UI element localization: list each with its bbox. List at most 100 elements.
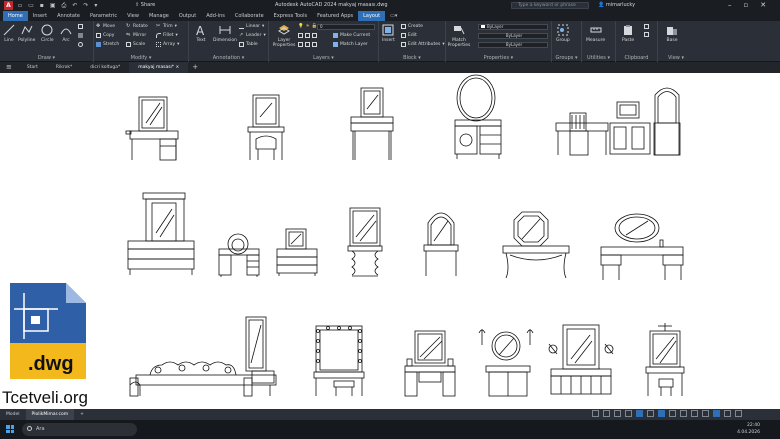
tab-express-tools[interactable]: Express Tools <box>269 11 312 21</box>
file-tab-start[interactable]: Start <box>18 62 47 73</box>
system-clock[interactable]: 22:40 4.04.2026 <box>700 422 760 436</box>
match-properties-button[interactable]: Match Properties <box>448 24 470 48</box>
line-button[interactable]: Line <box>3 24 15 43</box>
modify-panel-label[interactable]: Modify ▾ <box>94 55 188 61</box>
minimize-icon[interactable]: – <box>728 1 732 9</box>
save-as-icon[interactable]: ▣ <box>50 2 56 10</box>
lineweight-dropdown[interactable]: ByLayer <box>478 42 548 48</box>
customize-icon[interactable] <box>735 410 742 417</box>
block-panel-label[interactable]: Block ▾ <box>379 55 445 61</box>
measure-button[interactable]: Measure <box>586 24 605 43</box>
edit-block-button[interactable]: Edit <box>401 33 417 38</box>
leader-button[interactable]: ↗ Leader ▾ <box>239 33 266 39</box>
polar-toggle[interactable] <box>636 410 643 417</box>
scale-button[interactable]: Scale <box>126 42 145 47</box>
move-button[interactable]: ✥ Move <box>96 24 115 30</box>
annotation-scale[interactable] <box>680 410 687 417</box>
snap-toggle[interactable] <box>614 410 621 417</box>
save-icon[interactable]: ▪ <box>40 2 44 10</box>
draw-panel-label[interactable]: Draw ▾ <box>0 55 93 61</box>
layer-tools-row[interactable] <box>298 33 317 38</box>
layers-panel-label[interactable]: Layers ▾ <box>269 55 378 61</box>
clipboard-panel-label[interactable]: Clipboard <box>616 55 657 61</box>
fullscreen-toggle[interactable] <box>724 410 731 417</box>
arc-button[interactable]: Arc <box>60 24 72 43</box>
copy-button[interactable]: Copy <box>96 33 114 38</box>
tab-collaborate[interactable]: Collaborate <box>230 11 269 21</box>
edit-attributes-button[interactable]: Edit Attributes ▾ <box>401 42 445 47</box>
trim-button[interactable]: ✂ Trim ▾ <box>156 24 177 30</box>
lineweight-toggle[interactable] <box>669 410 676 417</box>
match-layer-button[interactable]: Match Layer <box>333 42 368 47</box>
layer-properties-button[interactable]: Layer Properties <box>273 24 295 48</box>
tab-layout[interactable]: Layout <box>358 11 386 21</box>
tab-manage[interactable]: Manage <box>144 11 174 21</box>
ortho-toggle[interactable] <box>625 410 632 417</box>
clipboard-tools[interactable] <box>644 24 649 37</box>
circle-button[interactable]: Circle <box>41 24 54 43</box>
file-tab-koltuga[interactable]: dicri koltuga* <box>81 62 129 73</box>
tab-add-ins[interactable]: Add-ins <box>201 11 230 21</box>
annotation-panel-label[interactable]: Annotation ▾ <box>189 55 268 61</box>
linear-button[interactable]: Linear ▾ <box>239 24 264 29</box>
properties-panel-label[interactable]: Properties ▾ <box>446 55 551 61</box>
windows-start-icon[interactable] <box>6 425 14 433</box>
array-button[interactable]: Array ▾ <box>156 42 179 47</box>
tab-home[interactable]: Home <box>3 11 28 21</box>
fillet-button[interactable]: Fillet ▾ <box>156 33 178 38</box>
taskbar-search-input[interactable]: Ara <box>22 423 137 436</box>
layer-tools-row-2[interactable] <box>298 42 317 47</box>
color-dropdown[interactable]: ByLayer <box>478 24 548 30</box>
polyline-button[interactable]: Polyline <box>18 24 35 43</box>
ribbon-toggle-icon[interactable]: ▭▾ <box>385 11 402 21</box>
file-tab-makyaj[interactable]: makyaj masası* × <box>129 62 189 73</box>
close-icon[interactable]: ✕ <box>760 1 766 9</box>
new-file-icon[interactable]: ▫ <box>18 2 22 10</box>
tab-parametric[interactable]: Parametric <box>85 11 122 21</box>
dimension-button[interactable]: Dimension <box>213 24 237 43</box>
groups-panel-label[interactable]: Groups ▾ <box>552 55 581 61</box>
paste-button[interactable]: Paste <box>622 24 634 43</box>
base-button[interactable]: Base <box>666 24 678 43</box>
tab-annotate[interactable]: Annotate <box>52 11 85 21</box>
workspace-gear-icon[interactable] <box>691 410 698 417</box>
drawing-canvas[interactable] <box>0 73 780 409</box>
dropdown-icon[interactable]: ▾ <box>94 2 97 10</box>
hardware-toggle[interactable] <box>713 410 720 417</box>
isolate-toggle[interactable] <box>702 410 709 417</box>
linetype-dropdown[interactable]: ByLayer <box>478 33 548 39</box>
file-tab-rikrok[interactable]: Rikrok* <box>47 62 81 73</box>
view-panel-label[interactable]: View ▾ <box>658 55 694 61</box>
stretch-button[interactable]: Stretch <box>96 42 119 47</box>
grid-toggle[interactable] <box>603 410 610 417</box>
maximize-icon[interactable]: ▫ <box>744 1 749 9</box>
rotate-button[interactable]: ↻ Rotate <box>126 24 148 30</box>
mirror-button[interactable]: ⇋ Mirror <box>126 33 146 39</box>
add-layout-icon[interactable]: + <box>74 409 90 420</box>
tab-insert[interactable]: Insert <box>28 11 52 21</box>
user-account[interactable]: 👤 mimarlucky <box>598 2 635 8</box>
model-tab[interactable]: Model <box>0 409 26 420</box>
tab-output[interactable]: Output <box>174 11 201 21</box>
group-button[interactable]: Group <box>556 24 570 43</box>
draw-extra-tools[interactable] <box>78 24 83 47</box>
osnap-toggle[interactable] <box>647 410 654 417</box>
layout-tab-plolikmimar[interactable]: PlolikMimar.com <box>25 409 75 420</box>
otrack-toggle[interactable] <box>658 410 665 417</box>
search-input[interactable]: Type a keyword or phrase <box>511 2 589 9</box>
menu-icon[interactable]: ≡ <box>0 62 18 73</box>
share-button[interactable]: ⇪ Share <box>135 2 155 8</box>
table-button[interactable]: Table <box>239 42 258 47</box>
autocad-logo[interactable]: A <box>4 1 13 10</box>
tab-view[interactable]: View <box>122 11 144 21</box>
text-button[interactable]: A Text <box>195 24 207 43</box>
layer-dropdown[interactable]: 0 <box>317 24 375 30</box>
undo-icon[interactable]: ↶ <box>72 2 77 10</box>
new-tab-icon[interactable]: + <box>188 62 202 73</box>
plot-icon[interactable]: ⎙ <box>62 2 67 10</box>
create-block-button[interactable]: Create <box>401 24 423 29</box>
redo-icon[interactable]: ↷ <box>83 2 88 10</box>
tab-featured-apps[interactable]: Featured Apps <box>312 11 358 21</box>
make-current-button[interactable]: Make Current <box>333 33 370 38</box>
utilities-panel-label[interactable]: Utilities ▾ <box>582 55 615 61</box>
